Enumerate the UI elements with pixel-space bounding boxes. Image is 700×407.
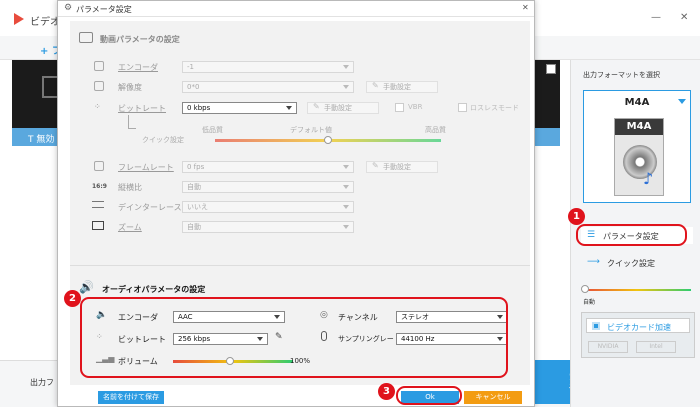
deinterlace-label: デインターレース <box>118 203 182 212</box>
bitrate-dots-icon: ⁘ <box>94 102 101 111</box>
zoom-select[interactable]: 自動 <box>182 221 354 233</box>
video-section-title: 動画パラメータの設定 <box>100 35 180 44</box>
pencil-icon: ✎ <box>313 102 320 111</box>
dropdown-arrow-icon <box>678 99 686 104</box>
deinterlace-icon <box>92 201 104 208</box>
section-divider <box>70 265 530 266</box>
audio-section-icon: 🔊 <box>79 280 94 294</box>
framerate-select[interactable]: 0 fps <box>182 161 354 173</box>
framerate-icon <box>94 161 104 171</box>
low-quality-label: 低品質 <box>202 126 223 134</box>
list-item-label: T 無効 <box>28 135 55 145</box>
intel-badge: Intel <box>636 341 676 353</box>
audio-section-title: オーディオパラメータの設定 <box>102 285 206 294</box>
close-button[interactable]: ✕ <box>680 12 688 23</box>
aspect-16-9-icon: 16:9 <box>92 183 107 190</box>
quick-bracket-icon <box>128 115 136 129</box>
highlight-parameter-button <box>576 224 687 246</box>
format-name: M4A <box>624 97 650 108</box>
format-heading: 出力フォーマットを選択 <box>583 71 660 79</box>
vbr-checkbox[interactable] <box>395 103 404 112</box>
video-section-icon <box>79 32 93 43</box>
callout-badge-3: 3 <box>378 383 395 400</box>
resolution-select[interactable]: 0*0 <box>182 81 354 93</box>
encoder-icon <box>94 61 104 71</box>
highlight-audio-settings <box>80 297 508 378</box>
highlight-ok-button <box>396 386 462 405</box>
pencil-icon: ✎ <box>372 81 379 90</box>
list-scroll-box <box>546 64 556 74</box>
gpu-accel-box: ビデオカード加速 NVIDIA Intel <box>581 312 695 358</box>
aspect-ratio-select[interactable]: 自動 <box>182 181 354 193</box>
resolution-icon <box>94 81 104 91</box>
dialog-close-icon[interactable]: ✕ <box>522 3 529 12</box>
quality-slider-knob[interactable] <box>581 285 589 293</box>
video-quality-knob[interactable] <box>324 136 332 144</box>
zoom-monitor-icon <box>92 221 104 230</box>
quick-arrow-icon: ⟶ <box>587 257 600 267</box>
output-folder-label: 出力フ <box>30 378 54 387</box>
save-as-button[interactable]: 名前を付けて保存 <box>98 391 164 404</box>
zoom-label: ズーム <box>118 223 142 232</box>
video-bitrate-label: ビットレート <box>118 104 166 113</box>
music-note-icon: ♪ <box>643 169 654 188</box>
callout-badge-1: 1 <box>568 208 585 225</box>
dialog-gear-icon: ⚙ <box>64 3 73 13</box>
quality-slider[interactable] <box>583 289 691 291</box>
quick-settings-label: クイック設定 <box>607 259 655 268</box>
gpu-accel-toggle[interactable]: ビデオカード加速 <box>586 318 690 333</box>
auto-label: 自動 <box>583 299 596 306</box>
vbr-label: VBR <box>408 103 423 111</box>
high-quality-label: 高品質 <box>425 126 446 134</box>
default-value-label: デフォルト値 <box>290 126 332 134</box>
framerate-label: フレームレート <box>118 163 174 172</box>
app-title: ビデオ <box>30 17 60 28</box>
lossless-checkbox[interactable] <box>458 103 467 112</box>
nvidia-badge: NVIDIA <box>588 341 628 353</box>
video-encoder-label: エンコーダ <box>118 63 158 72</box>
dialog-title: パラメータ設定 <box>76 5 132 14</box>
app-logo-icon <box>14 13 24 25</box>
cancel-button[interactable]: キャンセル <box>464 391 522 404</box>
m4a-file-icon: M4A ♪ <box>614 118 664 196</box>
pencil-icon: ✎ <box>372 161 379 170</box>
resolution-label: 解像度 <box>118 83 142 92</box>
aspect-ratio-label: 縦横比 <box>118 183 142 192</box>
format-selector[interactable]: M4A M4A ♪ <box>583 90 691 203</box>
gpu-checkbox-icon <box>592 322 600 330</box>
video-encoder-select[interactable]: -1 <box>182 61 354 73</box>
lossless-label: ロスレスモード <box>470 104 519 112</box>
quick-settings-label: クイック設定 <box>142 136 184 144</box>
minimize-button[interactable]: — <box>651 12 661 23</box>
video-bitrate-select[interactable]: 0 kbps <box>182 102 297 114</box>
callout-badge-2: 2 <box>64 290 81 307</box>
gpu-accel-label: ビデオカード加速 <box>607 323 671 332</box>
quick-settings-button[interactable]: ⟶ クイック設定 <box>581 256 693 270</box>
dialog-titlebar: ⚙ パラメータ設定 ✕ <box>58 1 534 17</box>
deinterlace-select[interactable]: いいえ <box>182 201 354 213</box>
m4a-icon-label: M4A <box>615 119 663 135</box>
